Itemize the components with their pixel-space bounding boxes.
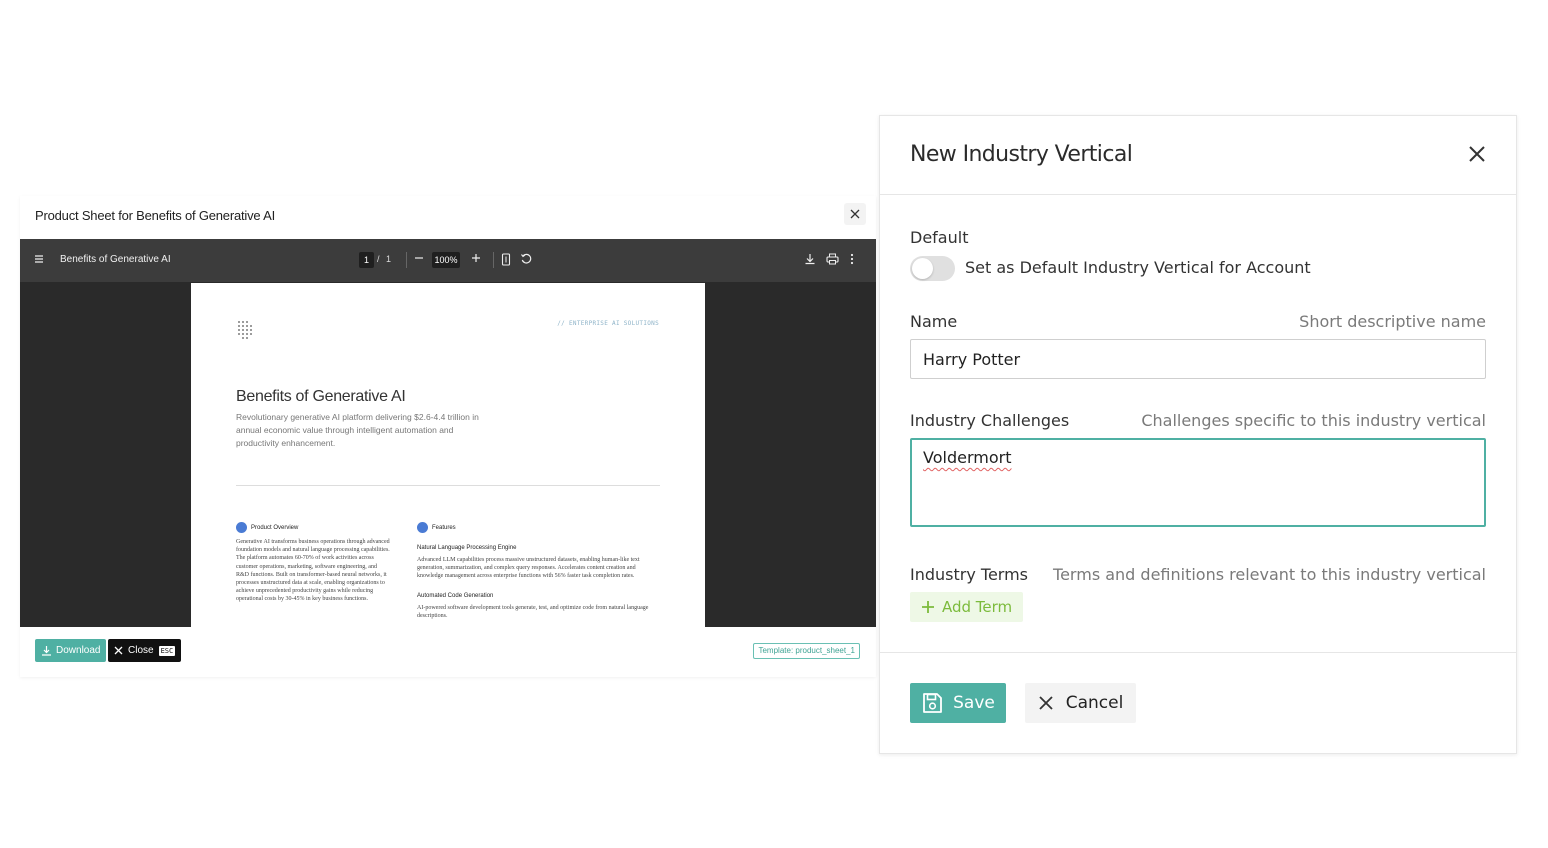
zoom-in-button[interactable]	[471, 251, 481, 266]
name-input[interactable]	[910, 339, 1486, 379]
floppy-disk-icon	[923, 693, 943, 713]
pdf-viewer[interactable]: Benefits of Generative AI 1 / 1 100% // …	[20, 239, 876, 627]
feature-body: AI-powered software development tools ge…	[417, 604, 649, 619]
sheet-close-button[interactable]	[844, 203, 866, 225]
download-label: Download	[56, 645, 101, 656]
features-icon	[417, 522, 428, 533]
add-term-button[interactable]: Add Term	[910, 592, 1024, 622]
name-label: Name	[910, 312, 958, 331]
page-divider	[236, 485, 660, 486]
zoom-out-button[interactable]	[414, 252, 424, 266]
pdf-toolbar: Benefits of Generative AI 1 / 1 100%	[20, 239, 876, 282]
cancel-button[interactable]: Cancel	[1025, 683, 1136, 723]
cancel-label: Cancel	[1065, 693, 1124, 713]
features-heading: Features	[432, 524, 456, 531]
product-overview-section: Product Overview Generative AI transform…	[236, 522, 391, 604]
download-button[interactable]: Download	[35, 639, 107, 662]
pdf-page: // ENTERPRISE AI SOLUTIONS Benefits of G…	[191, 283, 705, 627]
challenges-textarea[interactable]: Voldermort	[910, 438, 1486, 527]
drawer-divider	[880, 194, 1516, 195]
fit-page-icon[interactable]	[501, 253, 511, 269]
challenges-label: Industry Challenges	[910, 411, 1070, 430]
toolbar-divider	[406, 252, 407, 268]
features-section: Features Natural Language Processing Eng…	[417, 522, 662, 620]
pdf-page-separator: /	[377, 254, 380, 264]
pdf-document-title: Benefits of Generative AI	[60, 254, 171, 265]
add-term-label: Add Term	[942, 598, 1013, 616]
feature-body: Advanced LLM capabilities process massiv…	[417, 557, 640, 580]
dotted-logo-icon	[236, 320, 254, 345]
drawer-title: New Industry Vertical	[910, 142, 1133, 167]
more-vertical-icon[interactable]	[850, 253, 854, 268]
drawer-footer-divider	[880, 652, 1516, 653]
zoom-level-input[interactable]: 100%	[432, 252, 460, 268]
default-toggle[interactable]	[910, 256, 955, 281]
download-icon	[42, 646, 51, 656]
close-icon	[1039, 696, 1053, 710]
pdf-page-input[interactable]: 1	[359, 252, 374, 268]
feature-title: Automated Code Generation	[417, 592, 494, 599]
rotate-icon[interactable]	[520, 252, 533, 268]
overview-heading: Product Overview	[251, 524, 299, 531]
plus-icon	[922, 601, 934, 613]
close-icon	[114, 646, 123, 655]
terms-hint: Terms and definitions relevant to this i…	[1053, 565, 1486, 584]
default-toggle-label: Set as Default Industry Vertical for Acc…	[965, 258, 1311, 277]
toolbar-divider	[493, 252, 494, 268]
page-tag: // ENTERPRISE AI SOLUTIONS	[557, 320, 659, 327]
product-sheet-title: Product Sheet for Benefits of Generative…	[35, 208, 275, 223]
save-label: Save	[953, 693, 995, 713]
feature-title: Natural Language Processing Engine	[417, 545, 517, 551]
pdf-page-total: 1	[386, 254, 392, 264]
minus-icon	[415, 257, 423, 259]
challenges-hint: Challenges specific to this industry ver…	[1141, 411, 1486, 430]
esc-key-badge: ESC	[158, 645, 176, 656]
close-label: Close	[128, 645, 154, 656]
name-hint: Short descriptive name	[1299, 312, 1486, 331]
close-button[interactable]: Close ESC	[108, 639, 182, 662]
save-button[interactable]: Save	[910, 683, 1006, 723]
download-icon[interactable]	[804, 253, 816, 268]
product-sheet-modal: Product Sheet for Benefits of Generative…	[20, 196, 876, 677]
page-subtitle: Revolutionary generative AI platform del…	[236, 412, 479, 448]
page-heading: Benefits of Generative AI	[236, 388, 406, 405]
drawer-close-button[interactable]	[1468, 145, 1486, 167]
template-badge: Template: product_sheet_1	[753, 643, 860, 659]
new-industry-vertical-drawer: New Industry Vertical Default Set as Def…	[879, 115, 1517, 754]
print-icon[interactable]	[826, 253, 839, 268]
close-icon	[850, 209, 860, 219]
plus-icon	[472, 254, 480, 262]
toggle-knob	[912, 258, 933, 279]
overview-body: Generative AI transforms business operat…	[236, 539, 390, 603]
close-icon	[1469, 146, 1485, 162]
hamburger-menu-icon[interactable]	[33, 253, 45, 268]
terms-label: Industry Terms	[910, 565, 1029, 584]
default-label: Default	[910, 228, 969, 247]
overview-icon	[236, 522, 247, 533]
sheet-footer: Download Close ESC Template: product_she…	[20, 627, 876, 677]
